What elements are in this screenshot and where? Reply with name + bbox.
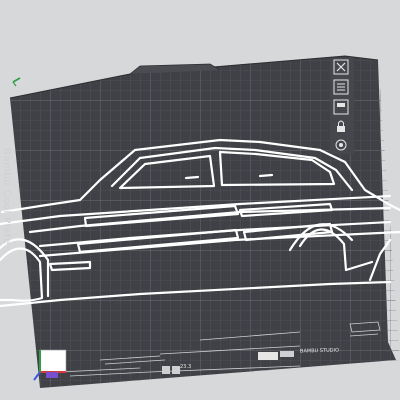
plate-info-text: 23.3 [180,364,192,370]
build-plate-scene [0,55,400,388]
plate-name-label: Bambu Cool Plate [1,148,12,245]
plate-brand-mark: BAMBU STUDIO [299,347,340,355]
origin-marker-icon [12,77,21,87]
object-toolbar [330,58,354,154]
3d-viewport[interactable]: Bambu Cool Plate BAMBU STUDIO 23.3 [0,0,400,400]
